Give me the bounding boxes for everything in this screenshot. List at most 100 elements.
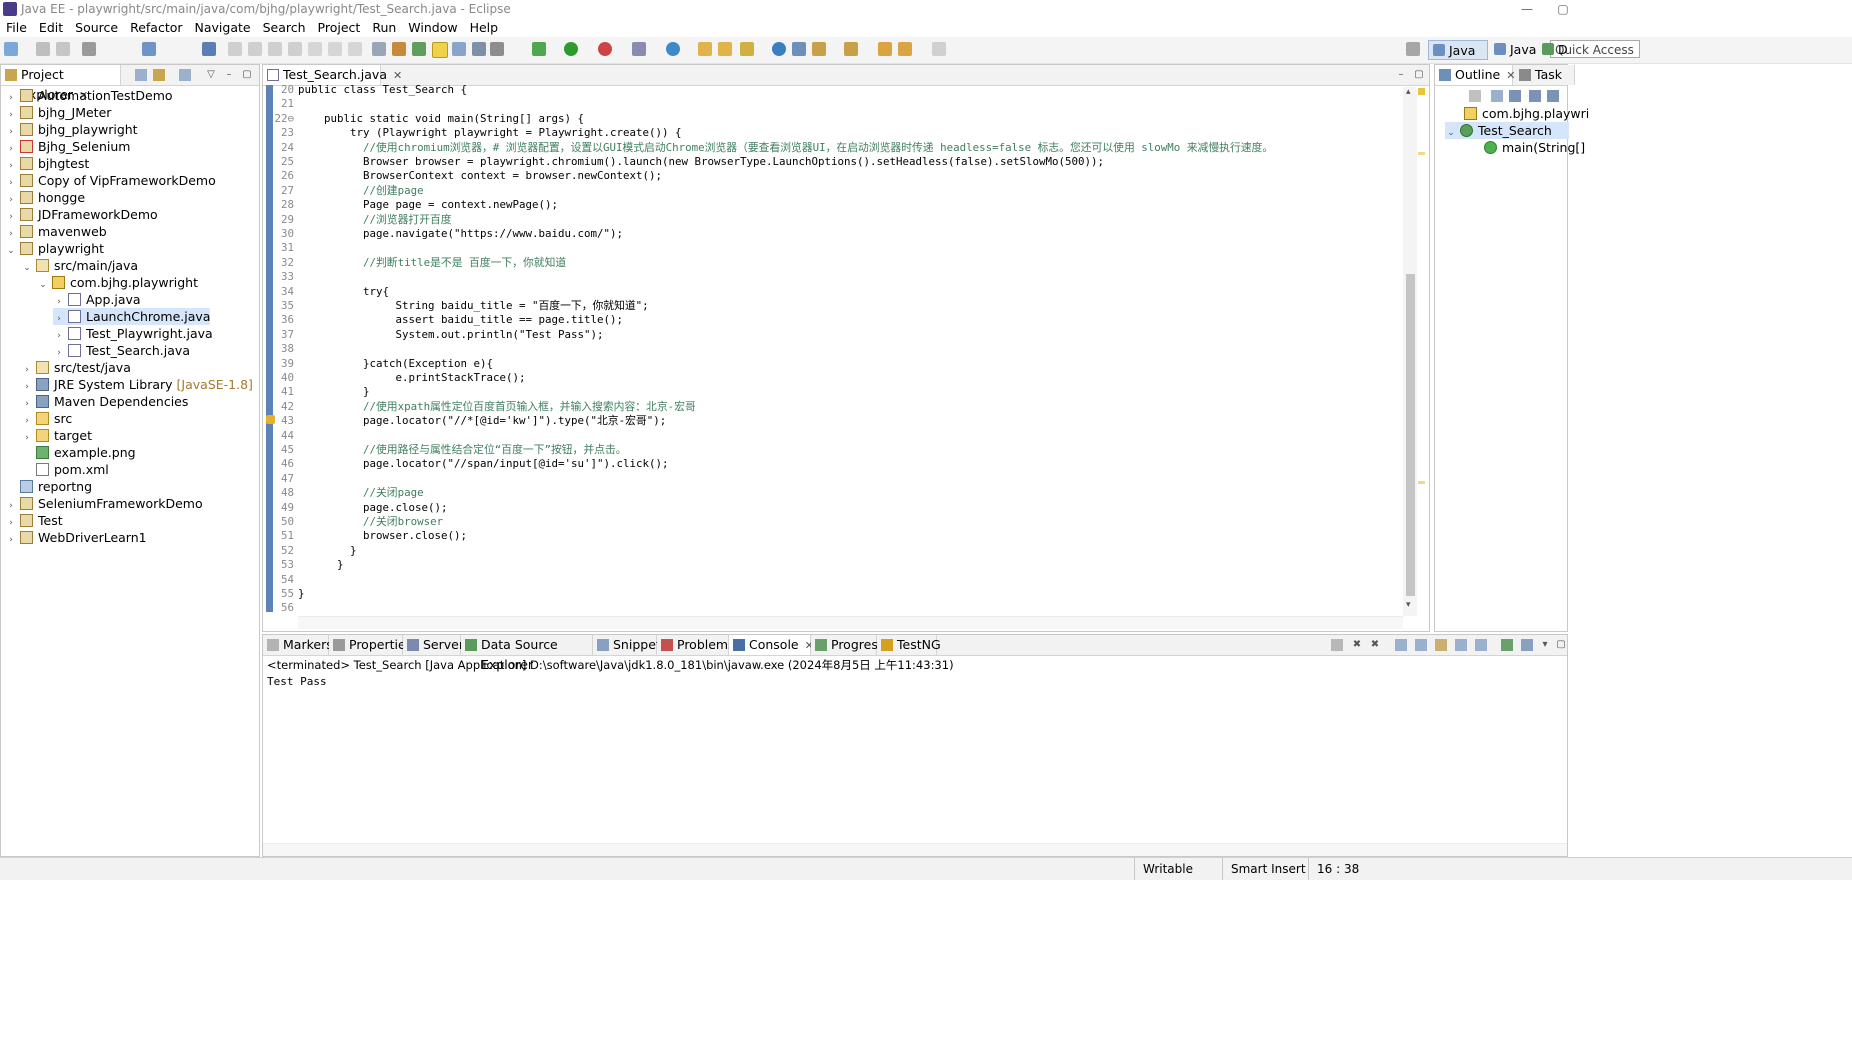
use-step-filters-icon[interactable]: [392, 42, 406, 56]
run-external-tools-icon[interactable]: [598, 42, 612, 56]
tab-testng[interactable]: TestNG: [877, 635, 941, 655]
code-line[interactable]: 36 assert baidu_title == page.title();: [274, 313, 623, 327]
menu-file[interactable]: File: [0, 18, 33, 37]
code-line[interactable]: 21: [274, 97, 298, 111]
mark-occurrences-icon[interactable]: [412, 42, 426, 56]
hide-static-icon[interactable]: [1547, 90, 1559, 102]
tab-snippets[interactable]: Snippets: [593, 635, 667, 655]
maximize-editor-icon[interactable]: ▢: [1413, 69, 1425, 81]
terminal-icon[interactable]: [142, 42, 156, 56]
code-line[interactable]: 56: [274, 601, 298, 615]
tab-project-explorer[interactable]: Project Explorer ✕: [1, 65, 121, 102]
menu-run[interactable]: Run: [366, 18, 402, 37]
debug-icon[interactable]: [532, 42, 546, 56]
tree-item[interactable]: › SeleniumFrameworkDemo: [5, 495, 202, 512]
code-line[interactable]: 35 String baidu_title = "百度一下，你就知道";: [274, 299, 649, 313]
scroll-lock-icon[interactable]: [1415, 639, 1427, 651]
hide-fields-icon[interactable]: [1529, 90, 1541, 102]
code-line[interactable]: 34 try{: [274, 285, 389, 299]
highlight-icon[interactable]: [432, 42, 448, 58]
step-into-icon[interactable]: [308, 42, 322, 56]
tree-item[interactable]: › Maven Dependencies: [21, 393, 188, 410]
tree-item[interactable]: › bjhg_JMeter: [5, 104, 111, 121]
outline-sync-icon[interactable]: [1469, 90, 1481, 102]
code-line[interactable]: 28 Page page = context.newPage();: [274, 198, 558, 212]
tree-item[interactable]: › src/test/java: [21, 359, 131, 376]
tree-item[interactable]: › Test: [5, 512, 62, 529]
outline-method[interactable]: main(String[]: [1481, 139, 1585, 156]
scroll-up-icon[interactable]: ▴: [1406, 88, 1415, 97]
new-icon[interactable]: [4, 42, 18, 56]
tree-item[interactable]: › Copy of VipFrameworkDemo: [5, 172, 216, 189]
show-when-stderr-icon[interactable]: [1475, 639, 1487, 651]
menu-edit[interactable]: Edit: [33, 18, 69, 37]
menu-refactor[interactable]: Refactor: [124, 18, 188, 37]
console-output[interactable]: Test Pass: [267, 675, 327, 688]
outline-sort-icon[interactable]: [1509, 90, 1521, 102]
open-web-browser-icon[interactable]: [772, 42, 786, 56]
code-line[interactable]: 37 System.out.println("Test Pass");: [274, 328, 604, 342]
disconnect-icon[interactable]: [288, 42, 302, 56]
code-line[interactable]: 49 page.close();: [274, 501, 448, 515]
open-type-icon[interactable]: [698, 42, 712, 56]
tab-outline[interactable]: Outline ✕: [1435, 65, 1515, 85]
drop-to-frame-icon[interactable]: [372, 42, 386, 56]
tree-item[interactable]: reportng: [5, 478, 92, 495]
outline-class[interactable]: ⌄ Test_Search: [1445, 122, 1569, 139]
pin-console-icon[interactable]: [1501, 639, 1513, 651]
display-console-icon[interactable]: [1521, 639, 1533, 651]
code-line[interactable]: 48 //关闭page: [274, 486, 424, 500]
tab-markers[interactable]: Markers: [263, 635, 333, 655]
code-line[interactable]: 32 //判断title是不是 百度一下，你就知道: [274, 256, 566, 270]
maximize-view-icon[interactable]: ▢: [241, 69, 253, 81]
code-line[interactable]: 30 page.navigate("https://www.baidu.com/…: [274, 227, 623, 241]
tree-item[interactable]: › Bjhg_Selenium: [5, 138, 130, 155]
menu-source[interactable]: Source: [69, 18, 124, 37]
resume-icon[interactable]: [228, 42, 242, 56]
code-line[interactable]: 50 //关闭browser: [274, 515, 443, 529]
code-line[interactable]: 40 e.printStackTrace();: [274, 371, 526, 385]
annotation-icon[interactable]: [792, 42, 806, 56]
tree-item[interactable]: ⌄ playwright: [5, 240, 104, 257]
menu-search[interactable]: Search: [257, 18, 312, 37]
tree-item[interactable]: › WebDriverLearn1: [5, 529, 146, 546]
close-icon[interactable]: ✕: [393, 69, 402, 82]
tree-item[interactable]: › LaunchChrome.java: [53, 308, 211, 325]
perspective-debug[interactable]: De: [1538, 40, 1568, 60]
expanded-twisty-icon[interactable]: ⌄: [21, 260, 33, 277]
save-all-icon[interactable]: [56, 42, 70, 56]
terminate-icon[interactable]: [268, 42, 282, 56]
tree-item[interactable]: › src: [21, 410, 72, 427]
tree-item[interactable]: › Test_Search.java: [53, 342, 190, 359]
outline-package[interactable]: com.bjhg.playwri: [1461, 105, 1589, 122]
skip-breakpoints-icon[interactable]: [202, 42, 216, 56]
menu-window[interactable]: Window: [402, 18, 463, 37]
remove-launch-icon[interactable]: ✖: [1351, 639, 1363, 651]
code-line[interactable]: 31: [274, 241, 298, 255]
tree-item[interactable]: › bjhgtest: [5, 155, 89, 172]
link-with-editor-icon[interactable]: [153, 69, 165, 81]
block-selection-icon[interactable]: [452, 42, 466, 56]
tree-item[interactable]: › Test_Playwright.java: [53, 325, 213, 342]
word-wrap-icon[interactable]: [1435, 639, 1447, 651]
code-line[interactable]: 20 public class Test_Search {: [274, 83, 467, 97]
clear-console-icon[interactable]: [1395, 639, 1407, 651]
suspend-icon[interactable]: [248, 42, 262, 56]
tree-item[interactable]: › hongge: [5, 189, 85, 206]
tree-item[interactable]: › JDFrameworkDemo: [5, 206, 157, 223]
code-line[interactable]: 38: [274, 342, 298, 356]
code-line[interactable]: 29 //浏览器打开百度: [274, 213, 452, 227]
code-line[interactable]: 51 browser.close();: [274, 529, 467, 543]
code-line[interactable]: 54: [274, 573, 298, 587]
code-line[interactable]: 53 }: [274, 558, 344, 572]
maximize-console-icon[interactable]: ▢: [1555, 639, 1567, 651]
next-annotation-icon[interactable]: [812, 42, 826, 56]
code-line[interactable]: 45 //使用路径与属性结合定位“百度一下”按钮，并点击。: [274, 443, 627, 457]
focus-icon[interactable]: [179, 69, 191, 81]
open-task-icon[interactable]: [718, 42, 732, 56]
run-icon[interactable]: [564, 42, 578, 56]
show-whitespace-icon[interactable]: [472, 42, 486, 56]
code-line[interactable]: 22⊖ public static void main(String[] arg…: [274, 112, 584, 126]
overview-marker-1[interactable]: [1418, 152, 1425, 155]
minimize-view-icon[interactable]: –: [223, 69, 235, 81]
